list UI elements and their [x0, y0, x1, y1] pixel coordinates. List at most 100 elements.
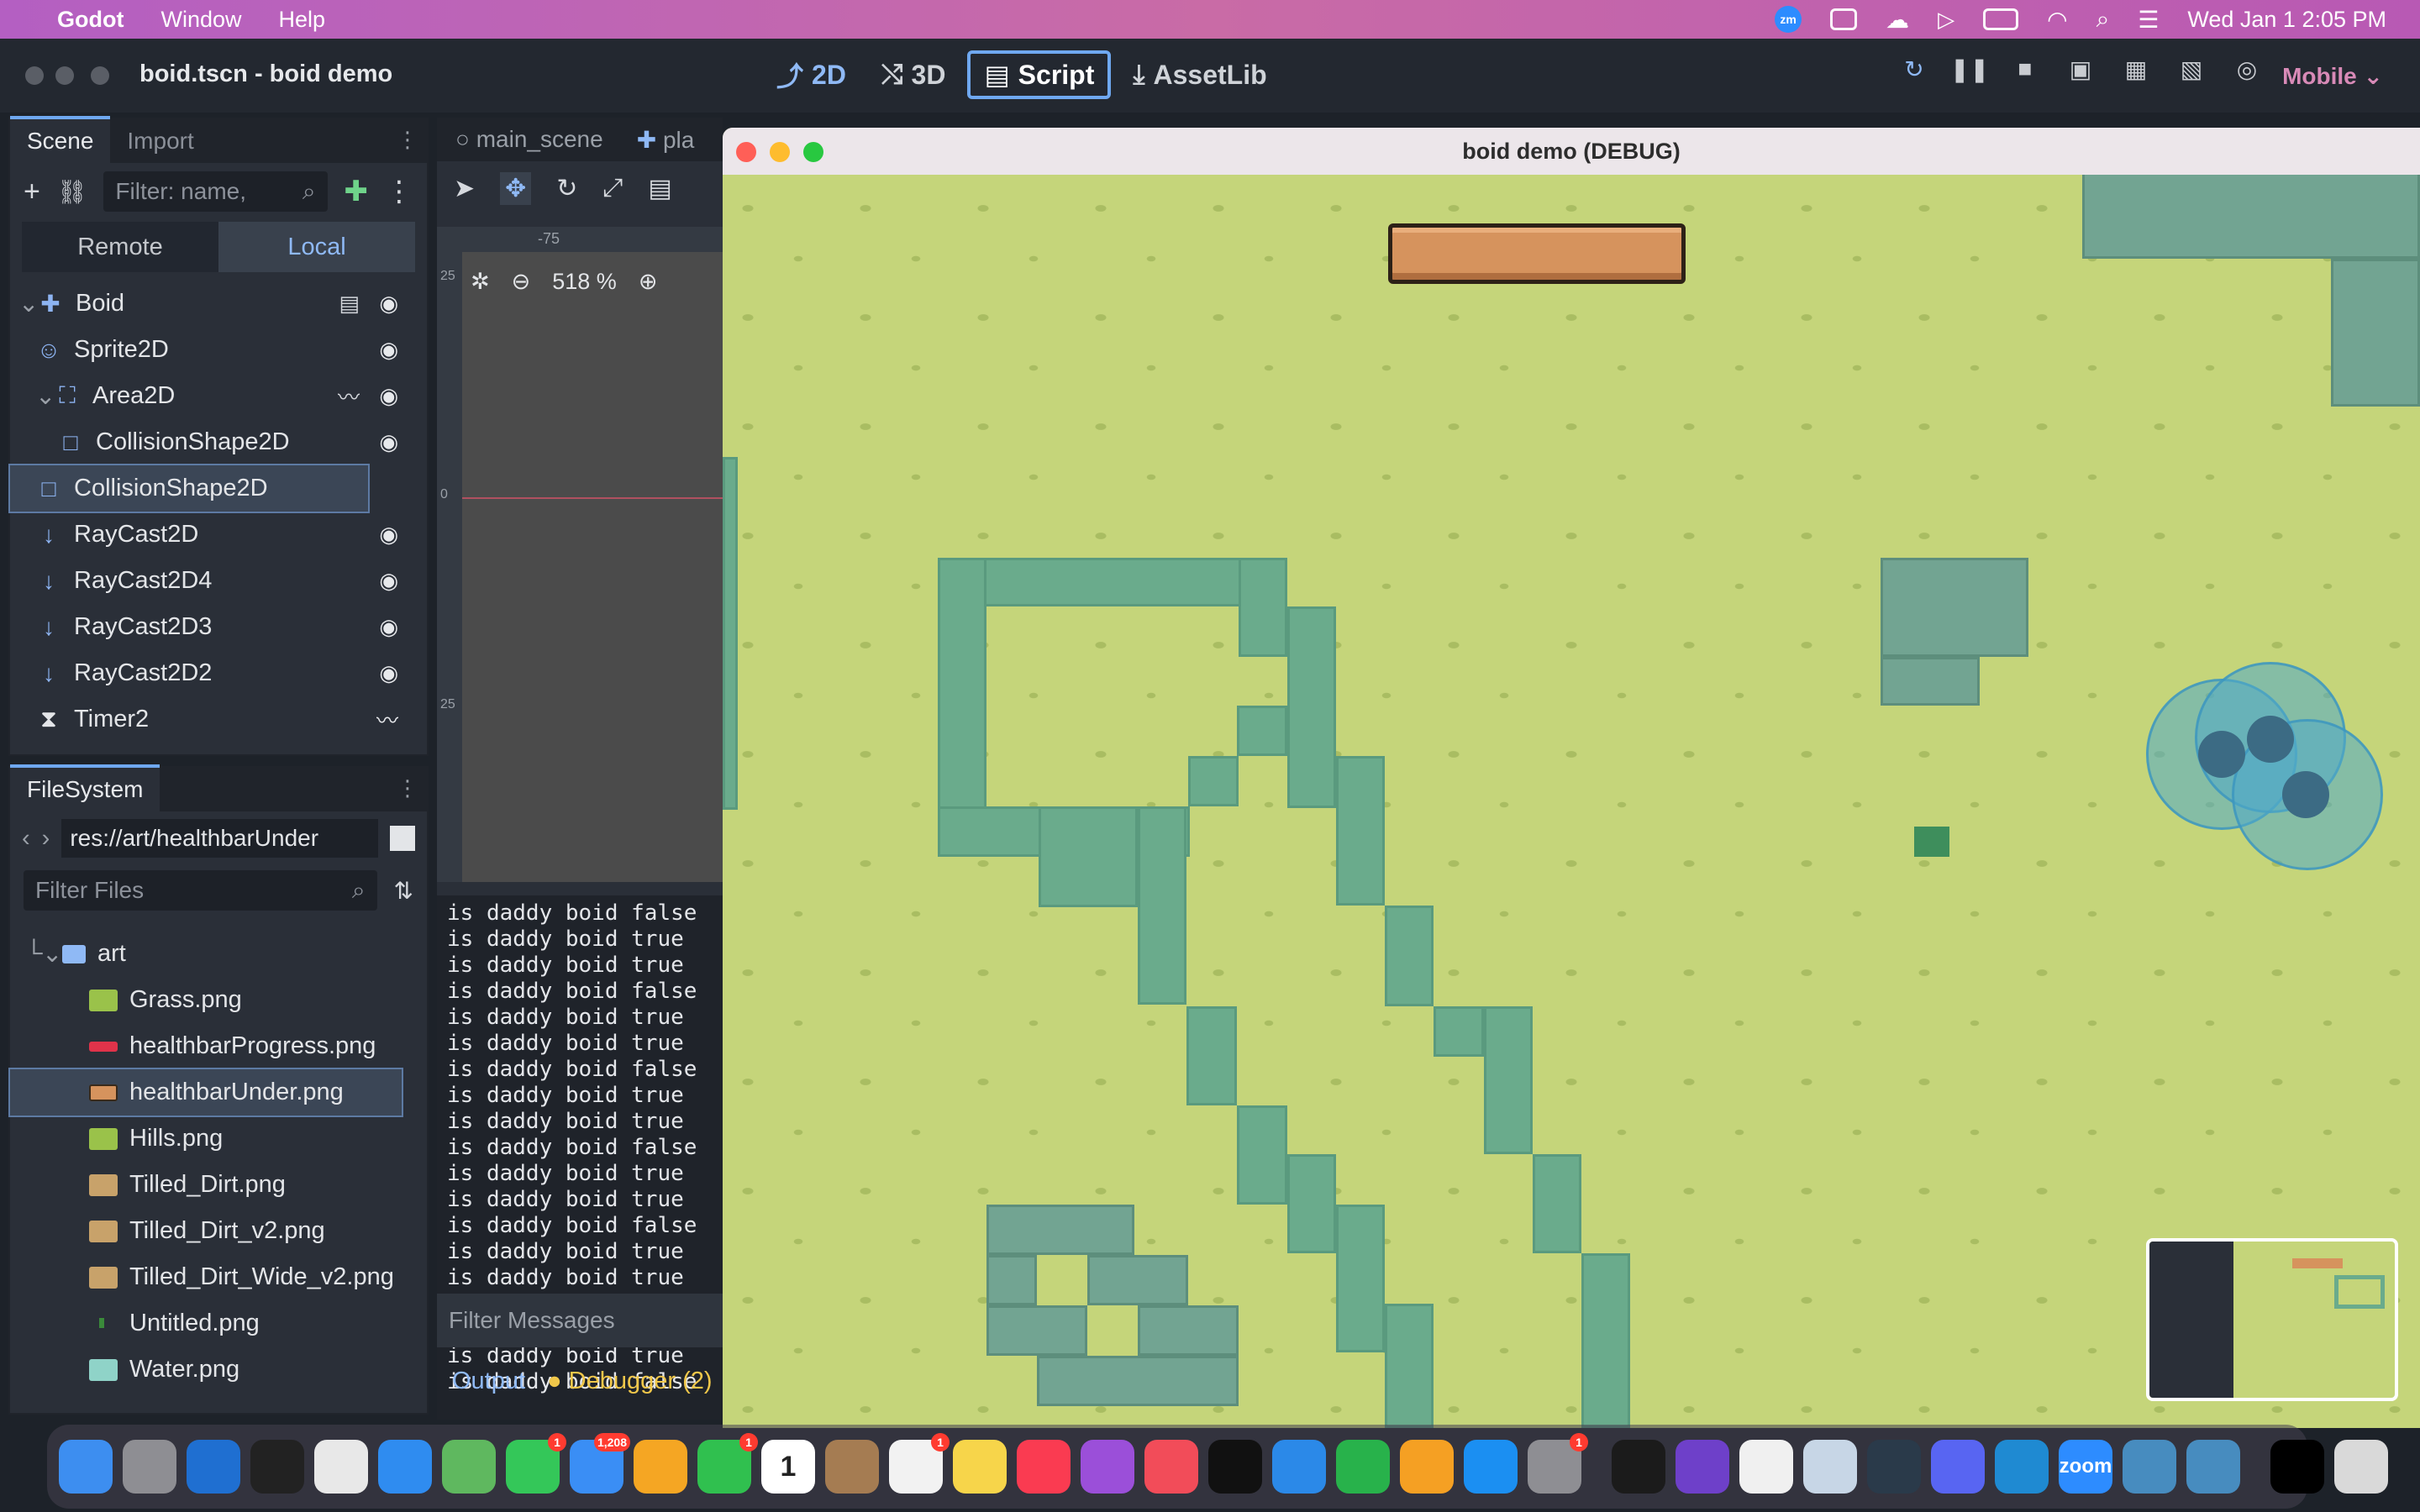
- game-minimize-button[interactable]: [770, 142, 790, 162]
- spotlight-icon[interactable]: ⌕: [2096, 6, 2110, 34]
- chrome-icon[interactable]: [314, 1440, 368, 1494]
- inkscape-icon[interactable]: [250, 1440, 304, 1494]
- rotate-tool-icon[interactable]: ↻: [556, 174, 577, 203]
- numbers-icon[interactable]: [1336, 1440, 1390, 1494]
- play-status-icon[interactable]: ▷: [1938, 7, 1954, 33]
- attach-script-icon[interactable]: ✚: [345, 175, 369, 208]
- remote-debug-icon[interactable]: ▣: [2065, 54, 2096, 84]
- tree-item-raycast2d[interactable]: ↓ RayCast2D ◉: [10, 512, 427, 558]
- play-custom-icon[interactable]: ▧: [2176, 54, 2207, 84]
- file-tilled-dirt-v2[interactable]: Tilled_Dirt_v2.png: [10, 1208, 427, 1254]
- signal-icon[interactable]: 〰: [338, 381, 360, 412]
- scene-tab-main[interactable]: ○ main_scene: [455, 126, 603, 153]
- zoom-in-icon[interactable]: ⊕: [639, 269, 658, 295]
- window-icon[interactable]: [2270, 1440, 2324, 1494]
- tab-filesystem[interactable]: FileSystem: [10, 764, 160, 811]
- visibility-eye-icon[interactable]: ◉: [379, 291, 398, 317]
- reminders-icon[interactable]: 1: [889, 1433, 950, 1494]
- game-zoom-button[interactable]: [803, 142, 823, 162]
- tree-item-raycast2d3[interactable]: ↓ RayCast2D3 ◉: [10, 604, 427, 650]
- play-scene-icon[interactable]: ▦: [2121, 54, 2151, 84]
- facetime-icon[interactable]: 1: [697, 1433, 758, 1494]
- discord-icon[interactable]: [1931, 1440, 1985, 1494]
- notes-icon[interactable]: [953, 1440, 1007, 1494]
- visibility-eye-icon[interactable]: ◉: [379, 660, 398, 686]
- game-close-button[interactable]: [736, 142, 756, 162]
- xcode-icon[interactable]: [187, 1440, 240, 1494]
- clock[interactable]: Wed Jan 1 2:05 PM: [2187, 7, 2386, 33]
- quicktime-icon[interactable]: [1867, 1440, 1921, 1494]
- 2d-viewport[interactable]: -75 25 0 25 ✲ ⊖ 518 % ⊕: [437, 227, 723, 882]
- remote-button[interactable]: Remote: [22, 222, 218, 272]
- script-attached-icon[interactable]: ▤: [339, 291, 360, 317]
- mail-icon[interactable]: 1,208: [570, 1433, 630, 1494]
- local-button[interactable]: Local: [218, 222, 415, 272]
- safari-icon[interactable]: [378, 1440, 432, 1494]
- scene-menu-icon[interactable]: ⋮: [385, 175, 413, 208]
- path-field[interactable]: res://art/healthbarUnder: [61, 819, 378, 858]
- zoom-icon[interactable]: zoom: [2059, 1440, 2112, 1494]
- center-view-icon[interactable]: ✲: [471, 269, 490, 295]
- visibility-eye-icon[interactable]: ◉: [379, 429, 398, 455]
- minimize-window-button[interactable]: [55, 66, 74, 85]
- file-water[interactable]: Water.png: [10, 1347, 427, 1393]
- chevron-down-icon[interactable]: ⌄: [18, 289, 39, 318]
- layout-toggle-icon[interactable]: [390, 826, 415, 851]
- debugger-tab[interactable]: ● Debugger (2): [547, 1368, 712, 1395]
- menu-app-name[interactable]: Godot: [57, 7, 124, 33]
- dock-menu-icon[interactable]: ⋮: [397, 775, 418, 801]
- menu-help[interactable]: Help: [279, 7, 326, 33]
- trash-icon[interactable]: [2334, 1440, 2388, 1494]
- scene-tab-player[interactable]: ✚ pla: [637, 126, 695, 154]
- pages-icon[interactable]: [1400, 1440, 1454, 1494]
- maps-icon[interactable]: [442, 1440, 496, 1494]
- calendar-icon[interactable]: 1: [761, 1440, 815, 1494]
- tree-item-raycast2d2[interactable]: ↓ RayCast2D2 ◉: [10, 650, 427, 696]
- tree-item-collisionshape2d-selected[interactable]: □ CollisionShape2D: [8, 464, 370, 513]
- messages-icon[interactable]: 1: [506, 1433, 566, 1494]
- music-icon[interactable]: [1017, 1440, 1071, 1494]
- sort-icon[interactable]: ⇅: [394, 877, 413, 905]
- menu-window[interactable]: Window: [160, 7, 241, 33]
- zoom-level[interactable]: 518 %: [552, 269, 617, 295]
- 2d-button[interactable]: ⤴ 2D: [763, 50, 860, 99]
- tree-item-boid[interactable]: ⌄ ✚ Boid ▤ ◉: [10, 281, 427, 327]
- creative-cloud-icon[interactable]: ☁: [1886, 6, 1909, 34]
- link-icon[interactable]: ⛓: [57, 178, 87, 206]
- pause-icon[interactable]: ❚❚: [1950, 54, 1990, 84]
- folder-art[interactable]: └ ⌄ art: [10, 931, 427, 977]
- contacts-icon[interactable]: [825, 1440, 879, 1494]
- menu-extra-icon[interactable]: [1830, 8, 1858, 30]
- forward-icon[interactable]: ›: [42, 825, 50, 853]
- visibility-eye-icon[interactable]: ◉: [379, 522, 398, 548]
- visibility-eye-icon[interactable]: ◉: [379, 568, 398, 594]
- keynote-icon[interactable]: [1272, 1440, 1326, 1494]
- file-healthbar-under[interactable]: healthbarUnder.png: [8, 1068, 403, 1117]
- tree-item-area2d[interactable]: ⌄ ⛶ Area2D 〰 ◉: [10, 373, 427, 419]
- output-tab[interactable]: Output: [452, 1368, 525, 1395]
- zoom-window-button[interactable]: [91, 66, 109, 85]
- github-icon[interactable]: [1676, 1440, 1729, 1494]
- settings-icon[interactable]: 1: [1528, 1433, 1588, 1494]
- script-button[interactable]: ▤ Script: [967, 50, 1112, 99]
- file-tilled-dirt[interactable]: Tilled_Dirt.png: [10, 1162, 427, 1208]
- file-grass[interactable]: Grass.png: [10, 977, 427, 1023]
- file-tilled-dirt-wide-v2[interactable]: Tilled_Dirt_Wide_v2.png: [10, 1254, 427, 1300]
- filter-messages-input[interactable]: Filter Messages: [437, 1294, 723, 1347]
- file-hills[interactable]: Hills.png: [10, 1116, 427, 1162]
- terminal-icon[interactable]: [1612, 1440, 1665, 1494]
- tree-item-timer2[interactable]: ⧗ Timer2 〰: [10, 696, 427, 743]
- dock-menu-icon[interactable]: ⋮: [397, 127, 418, 153]
- appstore-icon[interactable]: [1464, 1440, 1518, 1494]
- file-filter-input[interactable]: Filter Files ⌕: [24, 870, 377, 911]
- select-tool-icon[interactable]: ➤: [454, 174, 475, 203]
- photos-icon[interactable]: [634, 1440, 687, 1494]
- tree-item-sprite2d[interactable]: ☺ Sprite2D ◉: [10, 327, 427, 373]
- tree-item-raycast2d4[interactable]: ↓ RayCast2D4 ◉: [10, 558, 427, 604]
- godot-icon[interactable]: [2123, 1440, 2176, 1494]
- godot-icon[interactable]: [2186, 1440, 2240, 1494]
- chevron-down-icon[interactable]: ⌄: [42, 939, 62, 969]
- signal-icon[interactable]: 〰: [376, 704, 398, 735]
- textedit-icon[interactable]: [1739, 1440, 1793, 1494]
- scale-tool-icon[interactable]: ⤢: [602, 174, 623, 202]
